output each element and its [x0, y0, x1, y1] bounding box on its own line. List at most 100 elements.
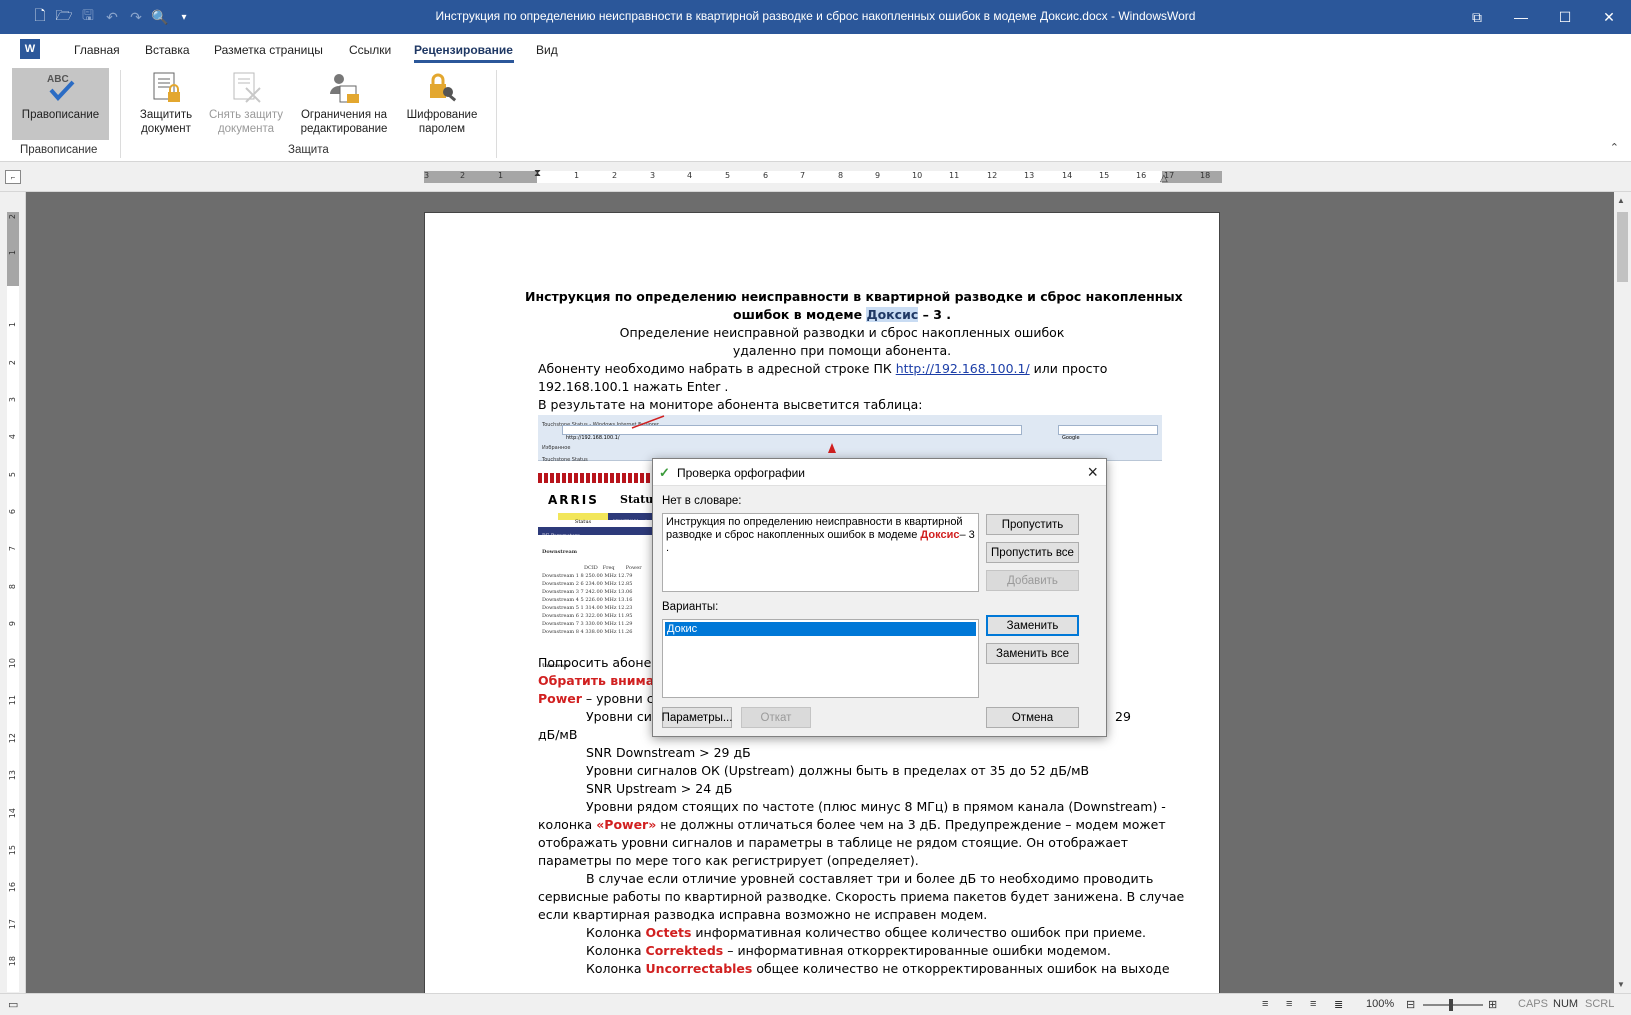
collapse-ribbon-icon[interactable]: ⌃: [1610, 141, 1619, 154]
doc-case-2: сервисные работы по квартирной разводке.…: [538, 889, 1185, 904]
list-item[interactable]: Докис: [665, 622, 976, 636]
cancel-button[interactable]: Отмена: [986, 707, 1079, 728]
variants-label: Варианты:: [662, 601, 719, 613]
unprotect-document-button[interactable]: Снять защиту документа: [206, 68, 286, 140]
spelling-button[interactable]: ABC Правописание: [12, 68, 109, 140]
modem-url-link[interactable]: http://192.168.100.1/: [896, 361, 1030, 376]
group-separator: [120, 70, 121, 158]
tab-home[interactable]: Главная: [74, 43, 120, 57]
modem-status-page: ARRIS Status Status HW/FW Version RF Para…: [538, 461, 659, 667]
spelling-check-icon: ABC: [43, 70, 79, 106]
scroll-down-icon[interactable]: ▼: [1617, 980, 1625, 989]
indent-marker-icon[interactable]: ⧗: [534, 168, 541, 180]
justify-icon[interactable]: ≣: [1334, 998, 1343, 1011]
encrypt-password-label-2: паролем: [418, 123, 466, 135]
undo-button[interactable]: Откат: [741, 707, 811, 728]
app-logo-icon[interactable]: W: [20, 39, 40, 59]
not-in-dictionary-text[interactable]: Инструкция по определению неисправности …: [662, 513, 979, 592]
protect-document-label-1: Защитить: [139, 109, 193, 121]
add-button[interactable]: Добавить: [986, 570, 1079, 591]
horizontal-ruler[interactable]: 3 2 1 1 2 3 4 5 6 7 8 9 10 11 12 13 14 1…: [424, 168, 1222, 185]
encrypt-password-button[interactable]: Шифрование паролем: [402, 68, 482, 140]
tab-view[interactable]: Вид: [536, 43, 558, 57]
doc-near-1: Уровни рядом стоящих по частоте (плюс ми…: [586, 799, 1166, 814]
minimize-button[interactable]: —: [1499, 0, 1543, 34]
title-bar: 🗋 🗁 🖫 ↶ ↷ 🔍 ▾ Инструкция по определению …: [0, 0, 1631, 34]
ruler-label: 5: [725, 171, 731, 180]
doc-up-levels: Уровни сигналов ОК (Upstream) должны быт…: [586, 763, 1090, 778]
tab-references[interactable]: Ссылки: [349, 43, 391, 57]
dialog-title-bar[interactable]: ✓ Проверка орфографии ×: [653, 459, 1106, 486]
vruler-label: 4: [8, 434, 17, 440]
skip-button[interactable]: Пропустить: [986, 514, 1079, 535]
right-indent-marker-icon[interactable]: △: [1160, 173, 1168, 185]
spell-check-icon: ✓: [659, 465, 670, 480]
scroll-thumb[interactable]: [1617, 212, 1628, 282]
doc-near-4: параметры по мере того как регистрирует …: [538, 853, 919, 868]
window-title: Инструкция по определению неисправности …: [435, 9, 1196, 23]
doc-paragraph-url-2: 192.168.100.1 нажать Enter .: [538, 379, 729, 394]
vruler-label: 6: [8, 509, 17, 515]
zoom-slider-thumb[interactable]: [1449, 999, 1453, 1011]
restrict-editing-button[interactable]: Ограничения на редактирование: [296, 68, 392, 140]
ruler-label: 2: [612, 171, 618, 180]
scroll-up-icon[interactable]: ▲: [1617, 196, 1625, 205]
options-button[interactable]: Параметры...: [662, 707, 732, 728]
zoom-out-icon[interactable]: ⊟: [1406, 998, 1415, 1011]
scrl-indicator: SCRL: [1585, 998, 1615, 1010]
doc-correkteds: Колонка Correkteds – информативная откор…: [586, 943, 1111, 958]
spelling-label: Правописание: [21, 109, 100, 121]
zoom-level[interactable]: 100%: [1366, 998, 1394, 1010]
doc-subtitle-2: удаленно при помощи абонента.: [732, 343, 952, 358]
tab-insert[interactable]: Вставка: [145, 43, 190, 57]
vruler-label: 5: [8, 472, 17, 478]
error-word: Доксис: [920, 529, 960, 541]
doc-snr-down: SNR Downstream > 29 дБ: [586, 745, 751, 760]
ruler-label: 11: [949, 171, 960, 180]
doc-subtitle-1: Определение неисправной разводки и сброс…: [619, 325, 1065, 340]
status-bar: ▭ ≡ ≡ ≡ ≣ 100% ⊟ ⊞ CAPS NUM SCRL: [0, 993, 1631, 1015]
zoom-in-icon[interactable]: ⊞: [1488, 998, 1497, 1011]
ruler-label: 9: [875, 171, 881, 180]
ruler-label: 8: [838, 171, 844, 180]
replace-button[interactable]: Заменить: [986, 615, 1079, 636]
close-button[interactable]: ✕: [1587, 0, 1631, 34]
zoom-slider[interactable]: [1423, 1004, 1483, 1006]
variants-list[interactable]: Докис: [662, 619, 979, 698]
align-center-icon[interactable]: ≡: [1286, 998, 1292, 1010]
ruler-label: 1: [574, 171, 580, 180]
ribbon: ABC Правописание Правописание Защитить д…: [0, 66, 1631, 162]
ruler-label: 13: [1024, 171, 1035, 180]
restore-ribbon-icon[interactable]: ⧉: [1455, 0, 1499, 34]
page-status-icon[interactable]: ▭: [8, 998, 18, 1011]
tab-selector-icon[interactable]: ⌐: [5, 170, 21, 184]
ruler-label: 3: [424, 171, 430, 180]
doc-near-2: колонка «Power» не должны отличаться бол…: [538, 817, 1166, 832]
protect-document-button[interactable]: Защитить документ: [136, 68, 196, 140]
browser-toolbar: Touchstone Status - Windows Internet Exp…: [538, 415, 1162, 463]
tab-page-layout[interactable]: Разметка страницы: [214, 43, 323, 57]
unprotect-document-label-1: Снять защиту: [208, 109, 284, 121]
replace-all-button[interactable]: Заменить все: [986, 643, 1079, 664]
vruler-label: 17: [8, 919, 17, 930]
close-icon[interactable]: ×: [1087, 462, 1098, 483]
vruler-label: 15: [8, 845, 17, 856]
doc-paragraph-table: В результате на мониторе абонента высвет…: [538, 397, 923, 412]
vruler-label: 9: [8, 621, 17, 627]
restrict-editing-label-2: редактирование: [300, 123, 388, 135]
svg-text:ABC: ABC: [47, 74, 69, 85]
tab-review[interactable]: Рецензирование: [414, 43, 513, 57]
skip-all-button[interactable]: Пропустить все: [986, 542, 1079, 563]
vruler-label: 14: [8, 808, 17, 819]
align-right-icon[interactable]: ≡: [1310, 998, 1316, 1010]
ruler-label: 18: [1200, 171, 1211, 180]
doc-levels-end: 29: [1115, 709, 1131, 724]
vertical-ruler[interactable]: 2 1 1 2 3 4 5 6 7 8 9 10 11 12 13 14 15 …: [0, 192, 26, 993]
doc-paragraph-url: Абоненту необходимо набрать в адресной с…: [538, 361, 1108, 376]
maximize-button[interactable]: ☐: [1543, 0, 1587, 34]
vertical-scrollbar[interactable]: ▲ ▼: [1614, 192, 1631, 993]
unprotect-document-label-2: документа: [217, 123, 275, 135]
align-left-icon[interactable]: ≡: [1262, 998, 1268, 1010]
vruler-label: 11: [8, 695, 17, 706]
ruler-bar: ⌐ 3 2 1 1 2 3 4 5 6 7 8 9 10 11 12 13 14…: [0, 162, 1631, 192]
